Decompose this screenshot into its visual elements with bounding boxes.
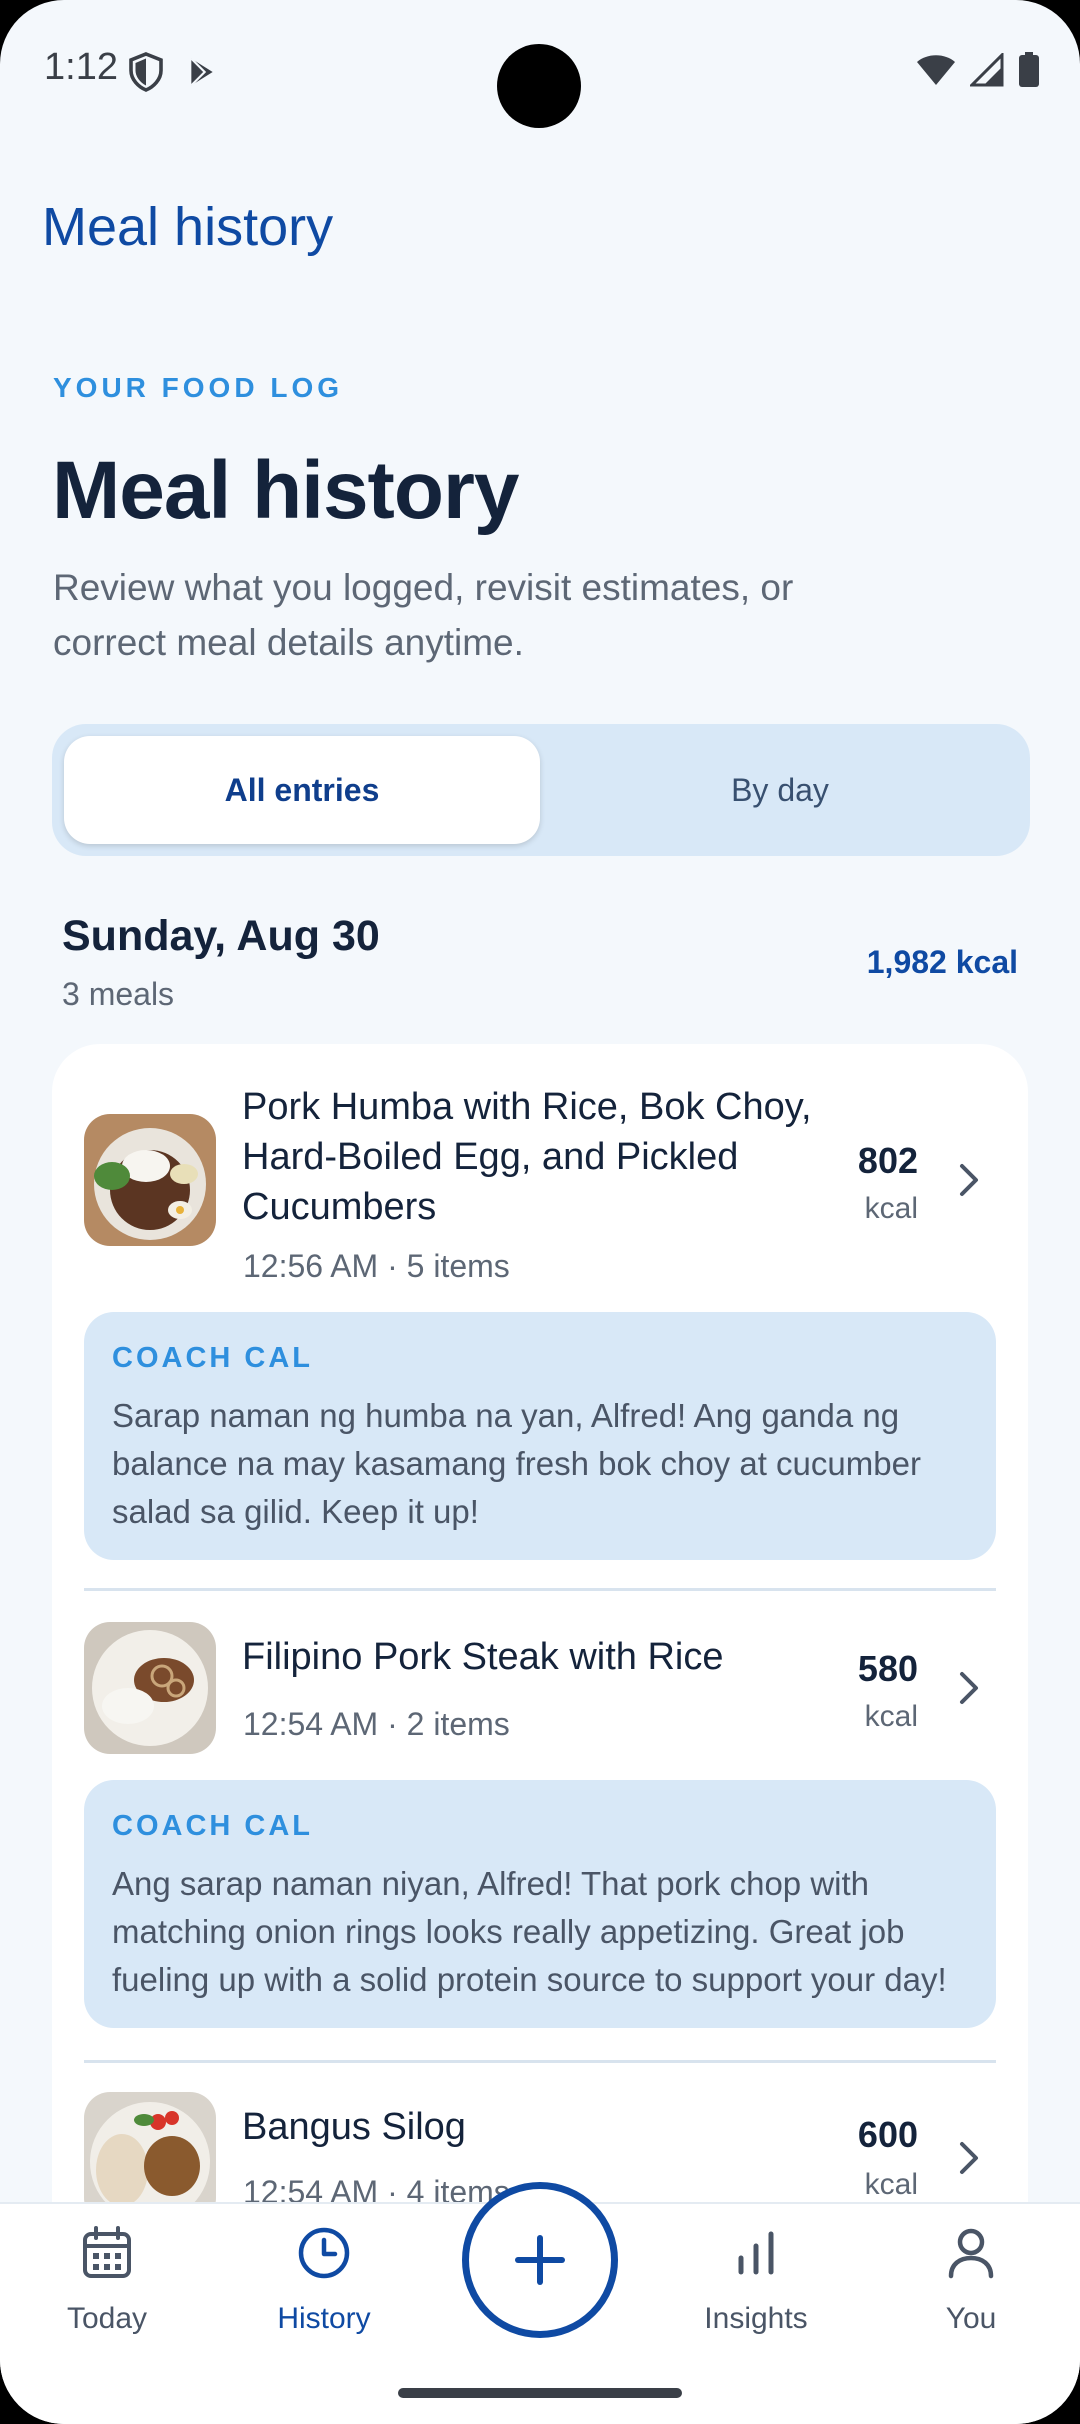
meal-name: Filipino Pork Steak with Rice [242, 1636, 724, 1678]
meal-kcal: 802 [857, 1140, 918, 1181]
calendar-icon [83, 2226, 131, 2278]
meal-photo [84, 1114, 216, 1246]
meal-kcal-unit: kcal [864, 1700, 918, 1733]
add-meal-button[interactable] [462, 2182, 618, 2338]
meal-name: Bangus Silog [242, 2106, 466, 2148]
meal-kcal: 600 [857, 2114, 918, 2155]
nav-label: History [277, 2302, 371, 2335]
meals-card: Pork Humba with Rice, Bok Choy, Hard-Boi… [52, 1044, 1028, 2344]
page-subtitle: Review what you logged, revisit estimate… [53, 567, 794, 663]
meal-kcal-unit: kcal [864, 2168, 918, 2201]
play-store-icon [190, 57, 213, 87]
shield-icon [129, 52, 163, 92]
chevron-right-icon [960, 1164, 978, 1196]
bar-chart-icon [738, 2231, 774, 2275]
status-time: 1:12 [44, 46, 118, 88]
section-eyebrow: YOUR FOOD LOG [53, 372, 343, 403]
page-title: Meal history [52, 445, 519, 536]
coach-label: COACH CAL [112, 1342, 313, 1374]
clock-icon [298, 2227, 350, 2279]
meal-photo [84, 1622, 216, 1754]
app-screen: 1:12 Meal history YOUR FOOD LOG Meal his… [0, 0, 1080, 2424]
chevron-right-icon [960, 1672, 978, 1704]
coach-message: COACH CAL Ang sarap naman niyan, Alfred!… [84, 1780, 996, 2028]
day-title: Sunday, Aug 30 [62, 912, 380, 960]
meal-entry[interactable]: Filipino Pork Steak with Rice 12:54 AM ·… [52, 1592, 1028, 2092]
coach-label: COACH CAL [112, 1810, 313, 1842]
nav-label: Today [66, 2302, 148, 2335]
meal-divider [84, 1588, 996, 1591]
meal-name: Pork Humba with Rice, Bok Choy, Hard-Boi… [242, 1086, 812, 1228]
meal-divider [84, 2060, 996, 2063]
home-indicator[interactable] [398, 2388, 682, 2398]
status-bar: 1:12 [0, 0, 1080, 140]
tab-all-entries[interactable]: All entries [64, 736, 540, 844]
meal-entry[interactable]: Pork Humba with Rice, Bok Choy, Hard-Boi… [52, 1044, 1028, 1584]
coach-text: Sarap naman ng humba na yan, Alfred! Ang… [112, 1397, 921, 1530]
nav-label: Insights [704, 2302, 808, 2335]
day-total-kcal: 1,982 kcal [866, 944, 1018, 980]
wifi-icon [917, 55, 955, 85]
plus-icon [515, 2235, 565, 2285]
meal-kcal: 580 [857, 1648, 918, 1689]
chevron-right-icon [960, 2142, 978, 2174]
meal-meta: 12:56 AM · 5 items [243, 1248, 510, 1284]
meal-meta: 12:54 AM · 2 items [243, 1706, 510, 1742]
front-camera [497, 44, 581, 128]
nav-history[interactable]: History [244, 2224, 404, 2336]
cell-signal-icon [970, 53, 1004, 87]
person-icon [948, 2228, 994, 2279]
nav-today[interactable]: Today [27, 2224, 187, 2336]
app-bar-title: Meal history [42, 197, 334, 257]
view-toggle: All entries By day [52, 724, 1030, 856]
day-meal-count: 3 meals [62, 976, 175, 1012]
nav-you[interactable]: You [891, 2224, 1051, 2336]
nav-insights[interactable]: Insights [676, 2224, 836, 2336]
meal-kcal-unit: kcal [864, 1192, 918, 1225]
nav-label: You [945, 2302, 997, 2335]
coach-message: COACH CAL Sarap naman ng humba na yan, A… [84, 1312, 996, 1560]
tab-by-day[interactable]: By day [542, 736, 1018, 844]
coach-text: Ang sarap naman niyan, Alfred! That pork… [112, 1865, 947, 1998]
battery-icon [1019, 52, 1039, 87]
